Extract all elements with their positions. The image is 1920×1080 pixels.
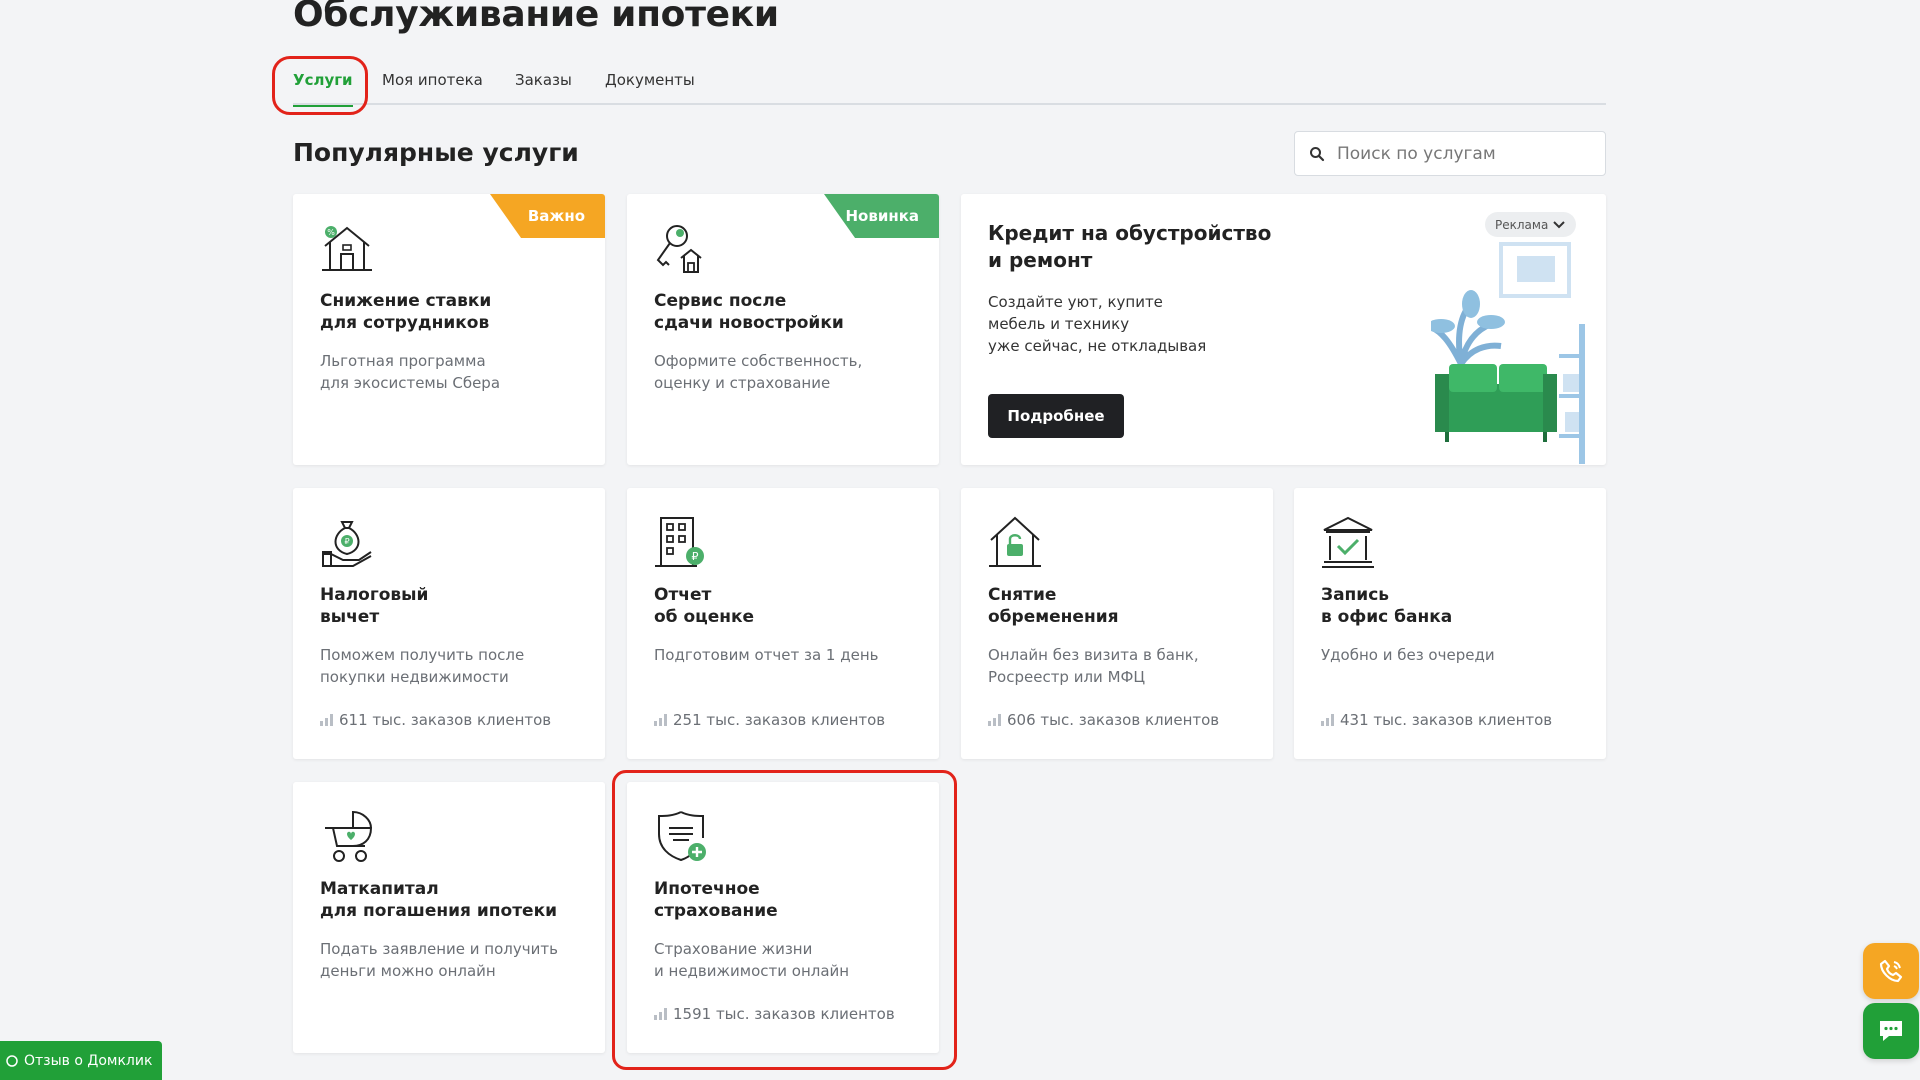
page-title: Обслуживание ипотеки — [293, 0, 779, 35]
card-title: Запись в офис банка — [1321, 585, 1453, 627]
important-badge: Важно — [490, 194, 605, 238]
search-icon — [1310, 146, 1325, 161]
ad-title: Кредит на обустройство и ремонт — [988, 221, 1272, 272]
service-card-rate-reduction[interactable]: Важно % Снижение ставки для сотрудников Л… — [293, 194, 605, 465]
card-title: Отчет об оценке — [654, 585, 755, 627]
card-title: Сервис после сдачи новостройки — [654, 291, 844, 333]
card-description: Оформите собственность, оценку и страхова… — [654, 352, 863, 392]
ad-banner-renovation-credit[interactable]: Кредит на обустройство и ремонт Создайте … — [961, 194, 1606, 465]
service-card-mortgage-insurance[interactable]: Ипотечное страхование Страхование жизни и … — [627, 782, 939, 1053]
money-bag-hand-icon: ₽ — [322, 521, 372, 567]
card-title: Ипотечное страхование — [654, 879, 778, 921]
house-lock-icon — [989, 516, 1041, 567]
card-description: Онлайн без визита в банк, Росреестр или М… — [988, 646, 1199, 686]
svg-text:₽: ₽ — [344, 537, 349, 546]
order-count: 431 тыс. заказов клиентов — [1321, 711, 1552, 729]
chat-icon — [1880, 1021, 1902, 1041]
feedback-label: Отзыв о Домклик — [24, 1053, 153, 1069]
service-card-bank-appointment[interactable]: Запись в офис банка Удобно и без очереди … — [1294, 488, 1606, 759]
svg-text:₽: ₽ — [692, 550, 699, 563]
chat-button[interactable] — [1863, 1003, 1919, 1059]
call-button[interactable] — [1863, 943, 1919, 999]
card-description: Удобно и без очереди — [1321, 646, 1495, 664]
furniture-illustration — [1431, 242, 1585, 464]
bar-chart-icon — [654, 1008, 667, 1020]
order-count: 606 тыс. заказов клиентов — [988, 711, 1219, 729]
order-count: 251 тыс. заказов клиентов — [654, 711, 885, 729]
tab-my-mortgage[interactable]: Моя ипотека — [382, 70, 483, 105]
service-card-encumbrance-removal[interactable]: Снятие обременения Онлайн без визита в ба… — [961, 488, 1273, 759]
card-title: Снижение ставки для сотрудников — [320, 291, 492, 333]
phone-icon — [1879, 959, 1903, 983]
order-count: 611 тыс. заказов клиентов — [320, 711, 551, 729]
shield-plus-icon — [658, 811, 706, 862]
bar-chart-icon — [320, 714, 333, 726]
ad-more-button[interactable]: Подробнее — [988, 394, 1124, 438]
card-title: Налоговый вычет — [320, 585, 429, 627]
bank-check-icon — [1322, 516, 1374, 568]
new-badge: Новинка — [824, 194, 939, 238]
tab-orders[interactable]: Заказы — [515, 70, 572, 105]
tab-documents[interactable]: Документы — [605, 70, 695, 105]
service-card-valuation-report[interactable]: ₽ Отчет об оценке Подготовим отчет за 1 д… — [627, 488, 939, 759]
card-title: Маткапитал для погашения ипотеки — [320, 879, 558, 921]
card-description: Страхование жизни и недвижимости онлайн — [654, 940, 850, 980]
feedback-icon — [6, 1055, 18, 1067]
bar-chart-icon — [654, 714, 667, 726]
card-description: Льготная программа для экосистемы Сбера — [320, 352, 501, 392]
order-count: 1591 тыс. заказов клиентов — [654, 1005, 895, 1023]
service-card-maternity-capital[interactable]: Маткапитал для погашения ипотеки Подать з… — [293, 782, 605, 1053]
search-box[interactable] — [1294, 131, 1606, 176]
ad-label-text: Реклама — [1495, 217, 1549, 232]
search-input[interactable] — [1337, 143, 1597, 164]
svg-text:%: % — [327, 228, 335, 237]
feedback-button[interactable]: Отзыв о Домклик — [0, 1041, 162, 1080]
house-percent-icon: % — [322, 226, 372, 271]
building-ruble-icon: ₽ — [655, 517, 704, 567]
stroller-icon — [325, 810, 373, 862]
chevron-down-icon — [1553, 220, 1566, 228]
bar-chart-icon — [988, 714, 1001, 726]
bar-chart-icon — [1321, 714, 1334, 726]
key-house-icon — [656, 225, 702, 273]
card-description: Подать заявление и получить деньги можно … — [320, 940, 558, 980]
section-title: Популярные услуги — [293, 138, 579, 167]
card-description: Подготовим отчет за 1 день — [654, 646, 879, 664]
tab-highlight-frame — [272, 56, 368, 115]
ad-description: Создайте уют, купите мебель и технику уже … — [988, 293, 1207, 355]
card-title: Снятие обременения — [988, 585, 1119, 627]
service-card-tax-deduction[interactable]: ₽ Налоговый вычет Поможем получить после п… — [293, 488, 605, 759]
service-card-new-building[interactable]: Новинка Сервис после сдачи новостройки Оф… — [627, 194, 939, 465]
tab-bar: Услуги Моя ипотека Заказы Документы — [293, 70, 1606, 107]
card-description: Поможем получить после покупки недвижимос… — [320, 646, 525, 686]
